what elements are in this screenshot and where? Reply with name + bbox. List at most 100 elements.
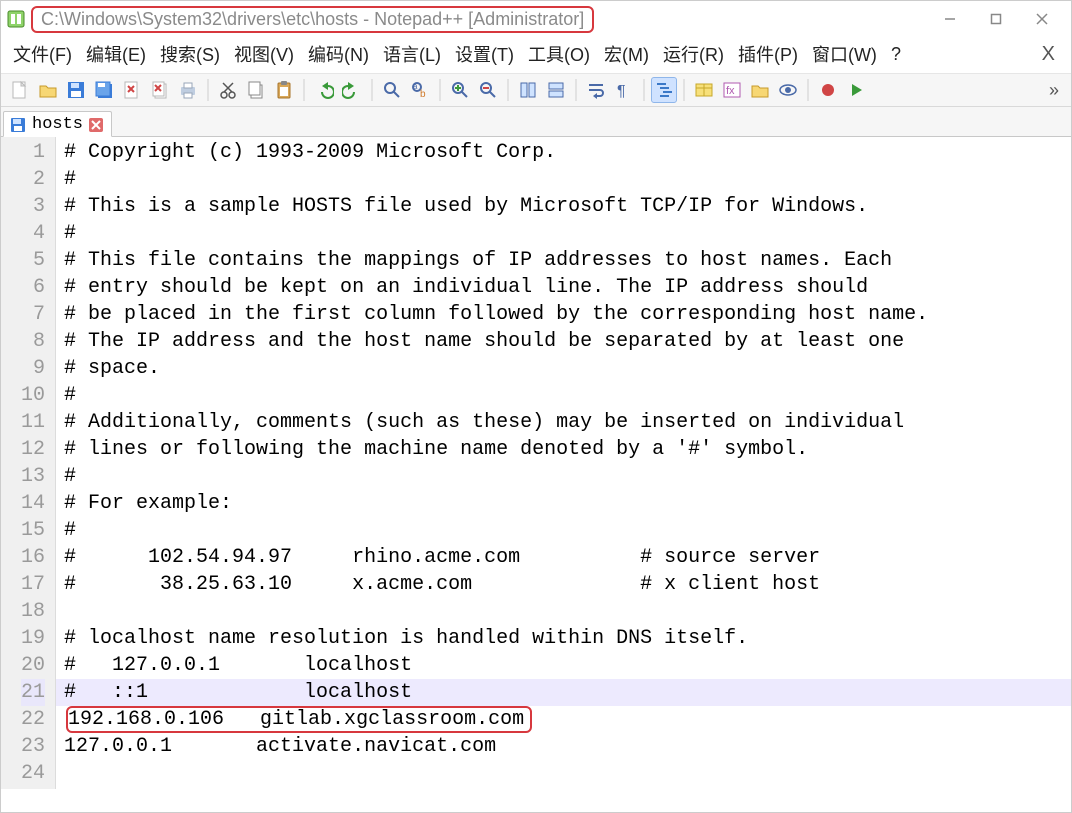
code-line[interactable]: # entry should be kept on an individual … — [56, 274, 1071, 301]
close-all-icon[interactable] — [147, 77, 173, 103]
zoom-in-icon[interactable] — [447, 77, 473, 103]
line-number: 18 — [21, 598, 45, 625]
line-number: 8 — [21, 328, 45, 355]
code-line[interactable]: # — [56, 463, 1071, 490]
line-number: 5 — [21, 247, 45, 274]
toolbar-separator — [575, 79, 577, 101]
code-line[interactable]: # 38.25.63.10 x.acme.com # x client host — [56, 571, 1071, 598]
line-number: 13 — [21, 463, 45, 490]
code-line[interactable]: # localhost name resolution is handled w… — [56, 625, 1071, 652]
menu-item[interactable]: 文件(F) — [9, 39, 76, 69]
record-icon[interactable] — [815, 77, 841, 103]
open-icon[interactable] — [35, 77, 61, 103]
code-line[interactable]: # ::1 localhost — [56, 679, 1071, 706]
toolbar-separator — [207, 79, 209, 101]
code-line[interactable]: # be placed in the first column followed… — [56, 301, 1071, 328]
toolbar: ba ¶ fx » — [1, 73, 1071, 107]
save-all-icon[interactable] — [91, 77, 117, 103]
menu-item[interactable]: 视图(V) — [230, 39, 298, 69]
svg-text:fx: fx — [726, 85, 735, 97]
tab-hosts[interactable]: hosts — [3, 111, 112, 137]
paragraph-icon[interactable]: ¶ — [611, 77, 637, 103]
toolbar-separator — [371, 79, 373, 101]
line-number: 17 — [21, 571, 45, 598]
line-number: 21 — [21, 679, 45, 706]
close-window-button[interactable] — [1019, 4, 1065, 34]
app-icon — [7, 10, 25, 28]
redo-icon[interactable] — [339, 77, 365, 103]
line-number: 2 — [21, 166, 45, 193]
close-icon[interactable] — [119, 77, 145, 103]
replace-icon[interactable]: ba — [407, 77, 433, 103]
code-line[interactable]: # — [56, 220, 1071, 247]
code-line[interactable]: # lines or following the machine name de… — [56, 436, 1071, 463]
code-line[interactable]: # space. — [56, 355, 1071, 382]
editor[interactable]: 123456789101112131415161718192021222324 … — [1, 137, 1071, 789]
window-title: C:\Windows\System32\drivers\etc\hosts - … — [31, 6, 594, 33]
menu-item[interactable]: 窗口(W) — [808, 39, 881, 69]
menu-item[interactable]: 编辑(E) — [82, 39, 150, 69]
code-line[interactable] — [56, 760, 1071, 787]
copy-icon[interactable] — [243, 77, 269, 103]
code-line[interactable]: # Copyright (c) 1993-2009 Microsoft Corp… — [56, 139, 1071, 166]
code-line[interactable]: # — [56, 517, 1071, 544]
line-number: 19 — [21, 625, 45, 652]
play-icon[interactable] — [843, 77, 869, 103]
find-icon[interactable] — [379, 77, 405, 103]
fn-icon[interactable]: fx — [719, 77, 745, 103]
menu-item[interactable]: 插件(P) — [734, 39, 802, 69]
menu-item[interactable]: ? — [887, 42, 905, 67]
indent-guide-icon[interactable] — [651, 77, 677, 103]
paste-icon[interactable] — [271, 77, 297, 103]
line-number: 9 — [21, 355, 45, 382]
svg-text:b: b — [420, 89, 426, 100]
line-number: 1 — [21, 139, 45, 166]
toolbar-separator — [303, 79, 305, 101]
code-line[interactable]: # The IP address and the host name shoul… — [56, 328, 1071, 355]
zoom-out-icon[interactable] — [475, 77, 501, 103]
svg-text:a: a — [413, 82, 418, 91]
code-line[interactable]: 192.168.0.106 gitlab.xgclassroom.com — [56, 706, 1071, 733]
sync-v-icon[interactable] — [515, 77, 541, 103]
sync-h-icon[interactable] — [543, 77, 569, 103]
minimize-button[interactable] — [927, 4, 973, 34]
line-number: 20 — [21, 652, 45, 679]
folder-icon[interactable] — [747, 77, 773, 103]
toolbar-overflow-icon[interactable]: » — [1043, 80, 1065, 101]
code-line[interactable] — [56, 598, 1071, 625]
code-line[interactable]: # — [56, 382, 1071, 409]
code-line[interactable]: # 102.54.94.97 rhino.acme.com # source s… — [56, 544, 1071, 571]
new-icon[interactable] — [7, 77, 33, 103]
tab-label: hosts — [32, 115, 83, 134]
code-line[interactable]: 127.0.0.1 activate.navicat.com — [56, 733, 1071, 760]
menu-item[interactable]: 搜索(S) — [156, 39, 224, 69]
code-line[interactable]: # This file contains the mappings of IP … — [56, 247, 1071, 274]
close-doc-button[interactable]: X — [1034, 43, 1063, 66]
code-line[interactable]: # This is a sample HOSTS file used by Mi… — [56, 193, 1071, 220]
watch-icon[interactable] — [775, 77, 801, 103]
tab-close-icon[interactable] — [89, 118, 103, 132]
maximize-button[interactable] — [973, 4, 1019, 34]
code-area[interactable]: # Copyright (c) 1993-2009 Microsoft Corp… — [56, 137, 1071, 789]
menu-item[interactable]: 运行(R) — [659, 39, 728, 69]
save-icon[interactable] — [63, 77, 89, 103]
print-icon[interactable] — [175, 77, 201, 103]
menu-item[interactable]: 编码(N) — [304, 39, 373, 69]
wrap-icon[interactable] — [583, 77, 609, 103]
menu-item[interactable]: 语言(L) — [379, 39, 445, 69]
code-line[interactable]: # Additionally, comments (such as these)… — [56, 409, 1071, 436]
menu-item[interactable]: 设置(T) — [451, 39, 518, 69]
cut-icon[interactable] — [215, 77, 241, 103]
disk-icon — [10, 117, 26, 133]
titlebar: C:\Windows\System32\drivers\etc\hosts - … — [1, 1, 1071, 37]
lang-icon[interactable] — [691, 77, 717, 103]
menubar: 文件(F)编辑(E)搜索(S)视图(V)编码(N)语言(L)设置(T)工具(O)… — [1, 37, 1071, 73]
code-line[interactable]: # For example: — [56, 490, 1071, 517]
menu-item[interactable]: 宏(M) — [600, 39, 653, 69]
menu-item[interactable]: 工具(O) — [524, 39, 594, 69]
code-line[interactable]: # 127.0.0.1 localhost — [56, 652, 1071, 679]
line-number: 7 — [21, 301, 45, 328]
undo-icon[interactable] — [311, 77, 337, 103]
toolbar-separator — [807, 79, 809, 101]
code-line[interactable]: # — [56, 166, 1071, 193]
